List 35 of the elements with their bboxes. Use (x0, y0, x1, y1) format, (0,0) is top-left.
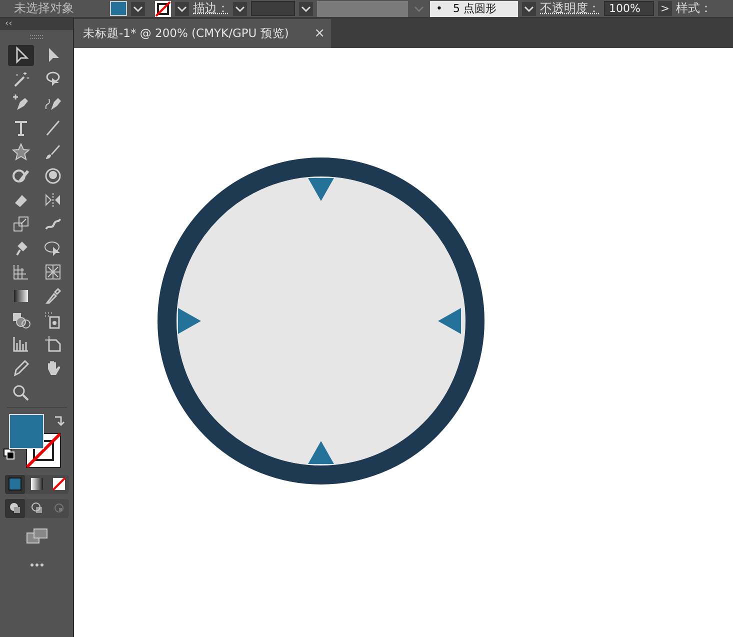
dropdown-caret-icon[interactable] (131, 2, 145, 16)
opacity-field[interactable]: 100% (604, 1, 654, 16)
stroke-swatch[interactable] (155, 0, 171, 16)
opacity-menu-button[interactable]: > (658, 1, 672, 16)
selection-status: 未选择对象 (14, 0, 75, 17)
brush-definition-field[interactable]: • 5 点圆形 (430, 0, 518, 16)
stroke-weight-field[interactable] (251, 1, 295, 16)
dropdown-caret-icon[interactable] (522, 2, 536, 16)
fill-swatch[interactable] (110, 1, 127, 16)
draw-behind-icon (30, 501, 44, 516)
draw-normal-icon (8, 501, 22, 516)
dropdown-caret-icon[interactable] (175, 2, 189, 16)
more-tools-icon[interactable] (30, 562, 44, 567)
swap-arrow-icon[interactable] (52, 414, 64, 426)
default-colors-icon[interactable] (2, 448, 14, 460)
fill-color-swatch[interactable] (8, 414, 44, 449)
screen-mode-icon[interactable] (26, 528, 48, 544)
triangle-marker (178, 308, 201, 334)
style-label: 样式： (676, 0, 712, 17)
triangle-marker (308, 178, 334, 201)
stroke-label: 描边： (193, 0, 229, 17)
draw-normal-button[interactable] (4, 498, 24, 518)
document-title: 未标题-1* @ 200% (CMYK/GPU 预览) (83, 26, 289, 41)
draw-inside-icon (52, 501, 66, 516)
dropdown-caret-icon[interactable] (299, 2, 313, 16)
grip-icon[interactable] (30, 35, 44, 39)
color-mode-button[interactable] (4, 474, 24, 494)
collapse-panel-button[interactable]: ‹‹ (0, 18, 73, 30)
triangle-marker (308, 441, 334, 464)
triangle-marker (438, 308, 461, 334)
stroke-weight-stepper[interactable] (233, 2, 247, 16)
close-tab-button[interactable]: × (314, 26, 325, 41)
opacity-label: 不透明度： (540, 0, 600, 17)
selection-tool-icon[interactable] (8, 45, 34, 66)
document-tab[interactable]: 未标题-1* @ 200% (CMYK/GPU 预览) × (74, 19, 331, 48)
